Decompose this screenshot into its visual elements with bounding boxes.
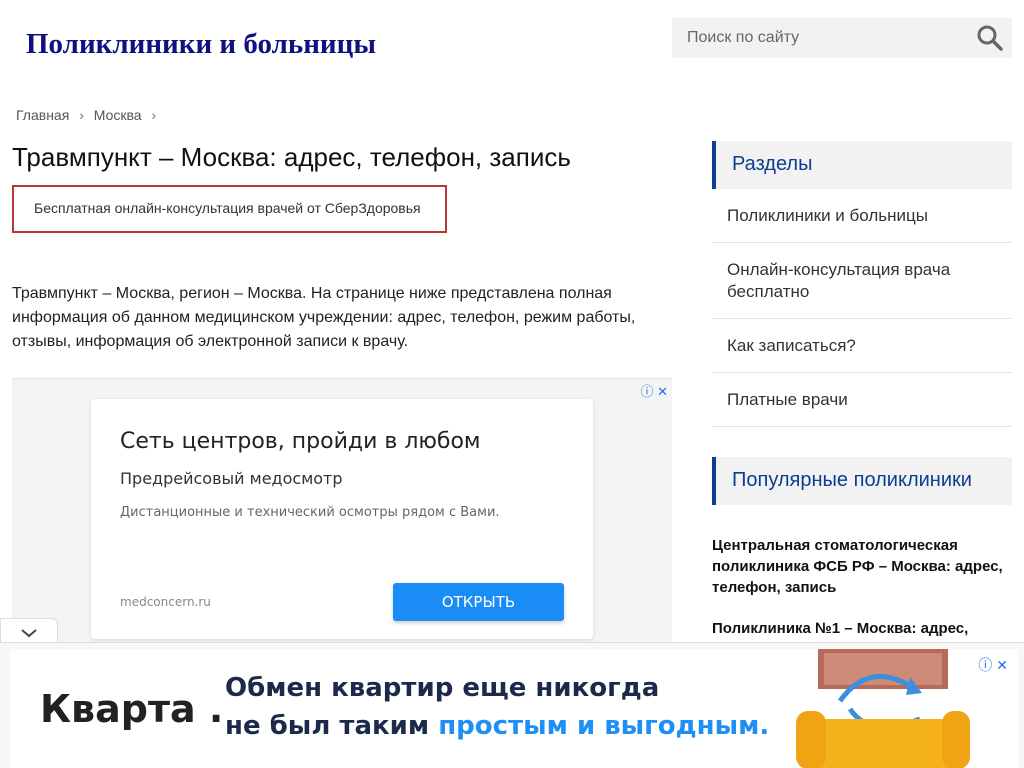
- ad-info-icon[interactable]: ⓘ ✕: [640, 381, 668, 400]
- sidebar-item-online-consult[interactable]: Онлайн-консультация врача бесплатно: [712, 243, 1012, 319]
- ad-domain[interactable]: medconcern.ru: [120, 595, 211, 609]
- page-title: Травмпункт – Москва: адрес, телефон, зап…: [12, 142, 571, 172]
- brand-logo: Кварта .: [40, 687, 223, 731]
- bottom-ad-close-icon[interactable]: ⓘ ✕: [978, 655, 1008, 675]
- brand-name: Кварта: [40, 687, 196, 731]
- bottom-ad-banner: Кварта . Обмен квартир еще никогда не бы…: [0, 642, 1024, 768]
- breadcrumb-separator: ›: [151, 107, 157, 123]
- ad-card[interactable]: Сеть центров, пройди в любом Предрейсовы…: [91, 399, 593, 639]
- brand-dot: .: [195, 687, 224, 731]
- sofa-illustration: [796, 649, 970, 768]
- breadcrumb-home[interactable]: Главная: [16, 107, 69, 123]
- chevron-down-icon: [21, 629, 37, 638]
- consult-link[interactable]: Бесплатная онлайн-консультация врачей от…: [12, 185, 447, 233]
- popular-heading: Популярные поликлиники: [712, 457, 1012, 505]
- sidebar: Разделы Поликлиники и больницы Онлайн-ко…: [712, 141, 1012, 659]
- bottom-ad-line2-highlight: простым и выгодным.: [438, 711, 770, 741]
- search-bar: [672, 18, 1012, 58]
- breadcrumb-separator: ›: [79, 107, 84, 123]
- bottom-ad-line1: Обмен квартир еще никогда: [225, 673, 660, 703]
- bottom-ad-line2: не был таким простым и выгодным.: [225, 711, 769, 741]
- sidebar-item-clinics[interactable]: Поликлиники и больницы: [712, 189, 1012, 243]
- ad-block: ⓘ ✕ Сеть центров, пройди в любом Предрей…: [12, 378, 672, 648]
- ad-headline[interactable]: Сеть центров, пройди в любом: [120, 429, 481, 454]
- search-icon[interactable]: [976, 24, 1004, 52]
- breadcrumb-moscow[interactable]: Москва: [94, 107, 142, 123]
- site-title[interactable]: Поликлиники и больницы: [26, 28, 376, 61]
- sidebar-item-paid-doctors[interactable]: Платные врачи: [712, 373, 1012, 427]
- sidebar-item-how-to-book[interactable]: Как записаться?: [712, 319, 1012, 373]
- ad-description: Дистанционные и технический осмотры рядо…: [120, 505, 500, 520]
- popular-list: Центральная стоматологическая поликлиник…: [712, 535, 1012, 639]
- ad-subheadline: Предрейсовый медосмотр: [120, 469, 343, 488]
- popular-item[interactable]: Поликлиника №1 – Москва: адрес,: [712, 618, 1012, 639]
- search-input[interactable]: [672, 18, 962, 58]
- breadcrumb: Главная › Москва ›: [16, 107, 162, 123]
- intro-text: Травмпункт – Москва, регион – Москва. На…: [12, 285, 636, 350]
- sections-list: Поликлиники и больницы Онлайн-консультац…: [712, 189, 1012, 427]
- sections-heading: Разделы: [712, 141, 1012, 189]
- popular-item[interactable]: Центральная стоматологическая поликлиник…: [712, 535, 1012, 598]
- bottom-ad-content[interactable]: Кварта . Обмен квартир еще никогда не бы…: [10, 649, 1018, 768]
- ad-open-button[interactable]: ОТКРЫТЬ: [393, 583, 564, 621]
- bottom-ad-line2-prefix: не был таким: [225, 711, 430, 741]
